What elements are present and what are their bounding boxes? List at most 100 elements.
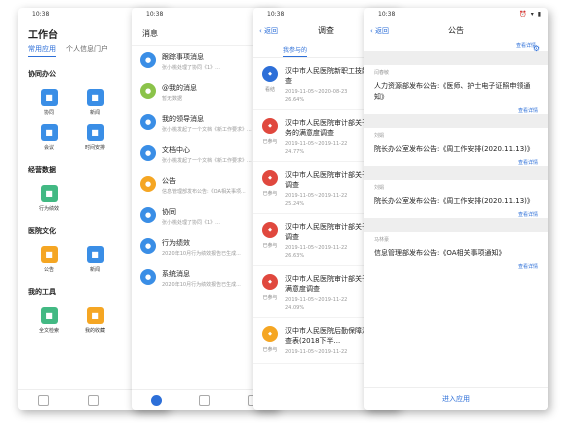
app-label: 会议 (43, 145, 54, 151)
message-title: 跟踪事项消息 (162, 53, 204, 61)
message-title: 协同 (162, 208, 176, 216)
search-icon: ■ (40, 307, 58, 324)
calendar-icon: ■ (86, 124, 104, 141)
message-text: 公告信息管理部发布公告:《OA相关事项... (162, 176, 246, 195)
survey-status: 已参与 (262, 295, 278, 301)
news-icon: ■ (86, 89, 104, 106)
message-title: @我的消息 (162, 84, 197, 92)
back-button[interactable]: ‹ 返回 (259, 22, 278, 40)
message-title: 公告 (162, 177, 176, 185)
meeting-icon: ■ (40, 124, 58, 141)
app-tile[interactable]: ■ 新闻 (74, 246, 116, 273)
collab-icon: ● (140, 207, 156, 223)
survey-status: 已参与 (262, 243, 278, 249)
performance-icon: ■ (40, 185, 58, 202)
status-time: 10:38 (267, 11, 285, 18)
announcement-item[interactable]: 闫春敏人力资源部发布公告:《医师、护士电子证照申领通知》查看详情 (364, 65, 548, 114)
message-title: 系统消息 (162, 270, 190, 278)
app-label: 时间安排 (84, 145, 105, 151)
view-details-link[interactable]: 查看详情 (364, 40, 548, 51)
survey-status: 已参与 (262, 191, 278, 197)
document-center-icon: ● (140, 145, 156, 161)
view-details-link[interactable]: 查看详情 (374, 211, 538, 218)
tab-label: 我参与的 (283, 47, 308, 57)
survey-icon: ◆ (262, 274, 278, 290)
message-tab-icon[interactable] (37, 394, 49, 406)
view-details-link[interactable]: 查看详情 (374, 107, 538, 114)
performance-icon: ● (140, 238, 156, 254)
app-tile[interactable]: ■ 我的收藏 (74, 307, 116, 334)
tab-personal-portal[interactable]: 个人信息门户 (66, 44, 108, 57)
separator (364, 51, 548, 65)
app-tile[interactable]: ■ 公告 (28, 246, 70, 273)
announcement-item[interactable]: 刘娟 院长办公室发布公告:《周工作安排(2020.11.13)》 查看详情 (364, 128, 548, 166)
message-text: 行为绩效 2020年10月行为绩效报告已生成... (162, 238, 241, 257)
survey-status: 已参与 (262, 347, 278, 353)
announcement-title: 人力资源部发布公告:《医师、护士电子证照申领通知》 (374, 82, 531, 101)
app-label: 全文检索 (38, 328, 59, 334)
message-title: 文档中心 (162, 146, 190, 154)
message-text: 我的领导消息 张小桃发起了一个文档《新工作要求》... (162, 114, 252, 133)
announcement-title: 院长办公室发布公告:《周工作安排(2020.11.13)》 (374, 197, 534, 205)
survey-icon: ◆ (262, 66, 278, 82)
message-preview: 张小桃处理了协同《1》... (162, 220, 220, 226)
app-label: 协同 (43, 110, 54, 116)
app-tile[interactable]: ■ 行为绩效 (28, 185, 70, 212)
message-text: @我的消息 暂无数据 (162, 83, 197, 102)
view-details-link[interactable]: 查看详情 (374, 263, 538, 270)
survey-icon: ◆ (262, 222, 278, 238)
app-label: 我的收藏 (84, 328, 105, 334)
app-label: 行为绩效 (38, 206, 59, 212)
announcement-list: 闫春敏 人力资源部发布公告:《医师、护士电子证照申领通知》 查看详情 刘娟 院长办公室发… (364, 51, 548, 270)
contacts-tab-icon[interactable] (199, 394, 211, 406)
announcement-screen: 10:38 ⏰ ▾ ▮ ‹ 返回 公告 ⚙ 查看详情 闫春敏人力资源部发布公告:… (364, 8, 548, 410)
survey-badge: ◆ 已参与 (261, 326, 279, 357)
message-text: 文档中心张小桃发起了一个文档《新工作要求》... (162, 145, 252, 164)
status-time: 10:38 (32, 11, 50, 18)
gear-icon[interactable]: ⚙ (533, 40, 540, 58)
status-bar: 10:38 ⏰ ▾ ▮ (364, 8, 548, 22)
separator (364, 166, 548, 180)
enter-app-button[interactable]: 进入应用 (364, 387, 548, 410)
app-tile[interactable]: ■ 全文检索 (28, 307, 70, 334)
back-label: 返回 (375, 27, 390, 35)
announcement-author: 刘娟 (374, 133, 385, 139)
message-text: 系统消息 2020年10月行为绩效报告已生成... (162, 269, 241, 288)
announcement-title: 信息管理部发布公告:《OA相关事项通知》 (374, 249, 506, 257)
app-label: 新闻 (89, 110, 100, 116)
announcement-author: 刘娟 (374, 185, 385, 191)
app-tile[interactable]: ■ 时间安排 (74, 124, 116, 151)
survey-status: 已参与 (262, 139, 278, 145)
nav-bar: ‹ 返回 公告 ⚙ (364, 22, 548, 53)
app-tile[interactable]: ■ 会议 (28, 124, 70, 151)
message-preview: 信息管理部发布公告:《OA相关事项... (162, 189, 246, 195)
separator (364, 114, 548, 128)
message-title: 我的领导消息 (162, 115, 204, 123)
view-details-link[interactable]: 查看详情 (374, 159, 538, 166)
tab-common-apps[interactable]: 常用应用 (28, 44, 56, 57)
announcement-author: 闫春敏 (374, 70, 390, 76)
survey-icon: ◆ (262, 118, 278, 134)
status-time: 10:38 (146, 11, 164, 18)
message-preview: 张小桃处理了协同《1》... (162, 65, 220, 71)
back-button[interactable]: ‹ 返回 (370, 22, 389, 40)
app-label: 公告 (43, 267, 54, 273)
track-icon: ● (140, 52, 156, 68)
announcement-item[interactable]: 刘娟院长办公室发布公告:《周工作安排(2020.11.13)》 查看详情 (364, 180, 548, 218)
survey-badge: ◆ 已参与 (261, 170, 279, 207)
announcement-item[interactable]: 马林豪信息管理部发布公告:《OA相关事项通知》查看详情 (364, 232, 548, 270)
contacts-tab-icon[interactable] (87, 394, 99, 406)
separator (364, 218, 548, 232)
app-tile[interactable]: ■ 协同 (28, 89, 70, 116)
back-label: 返回 (264, 27, 279, 35)
message-tab-icon[interactable] (150, 394, 162, 406)
status-time: 10:38 (378, 11, 396, 18)
survey-badge: ◆ 已参与 (261, 274, 279, 311)
app-tile[interactable]: ■ 新闻 (74, 89, 116, 116)
announcement-author: 马林豪 (374, 237, 390, 243)
leader-icon: ● (140, 114, 156, 130)
survey-icon: ◆ (262, 170, 278, 186)
message-preview: 张小桃发起了一个文档《新工作要求》... (162, 158, 252, 164)
message-text: 协同张小桃处理了协同《1》... (162, 207, 220, 226)
message-title: 行为绩效 (162, 239, 190, 247)
